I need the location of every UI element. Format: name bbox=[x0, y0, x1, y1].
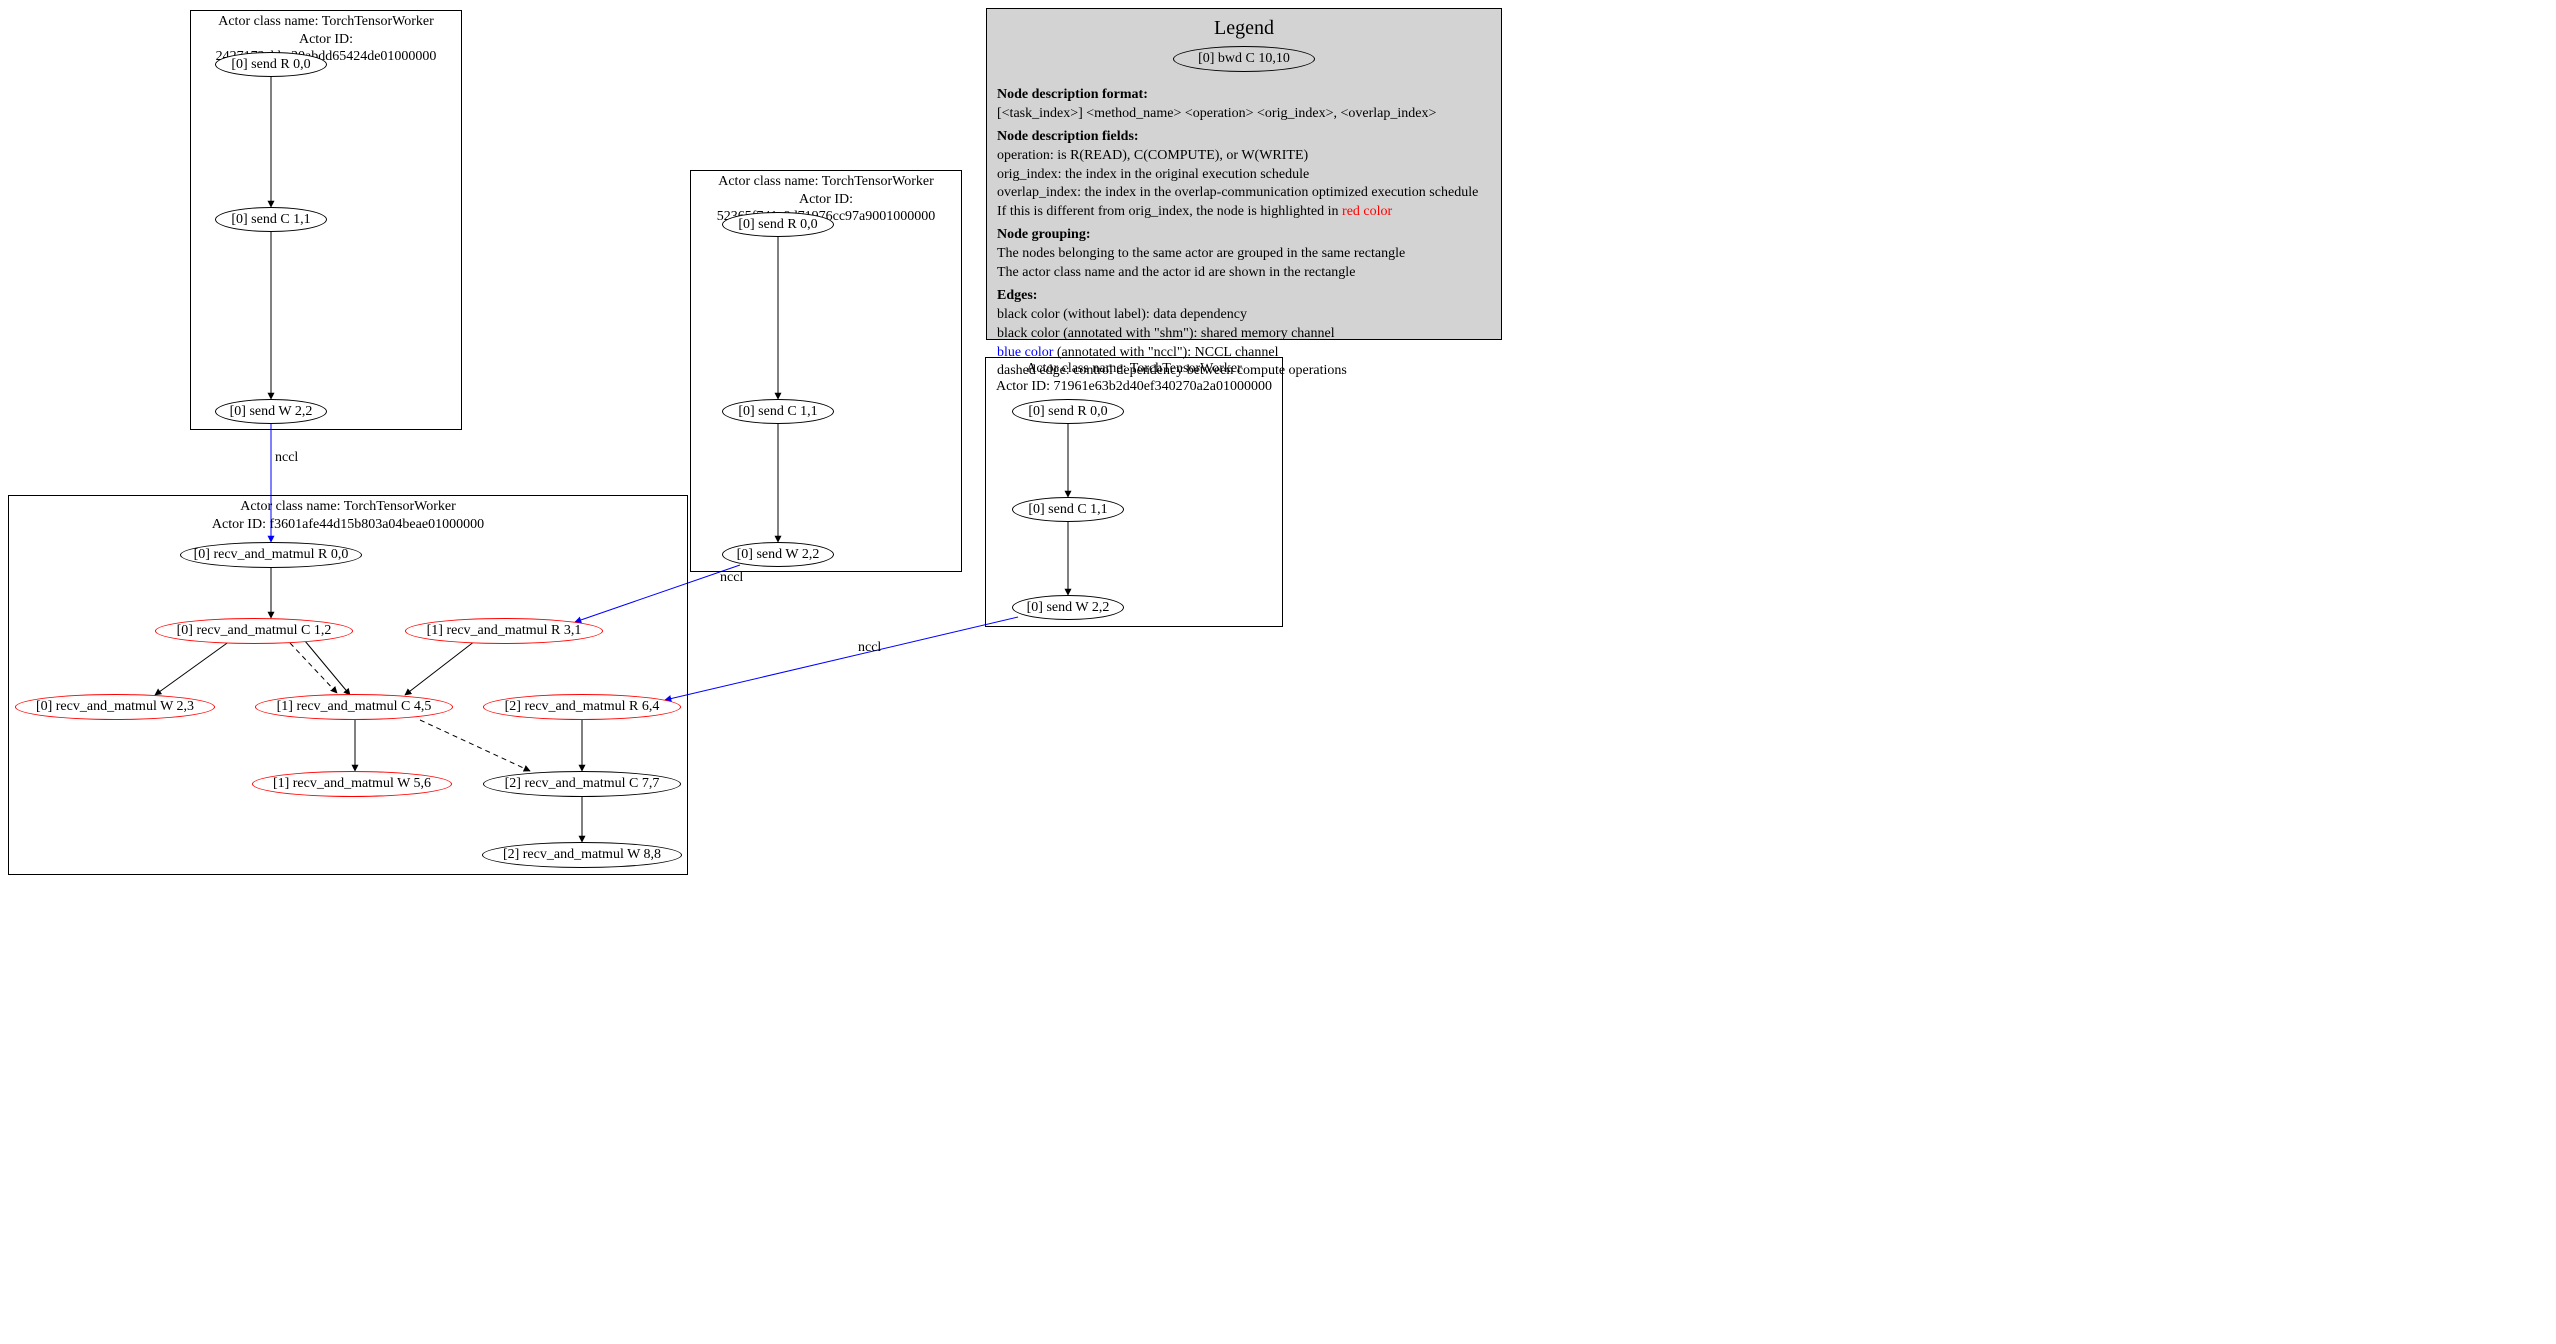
actor-class-label: Actor class name: bbox=[218, 14, 322, 29]
graph-node: [0] send R 0,0 bbox=[1012, 399, 1124, 424]
edge-label-nccl: nccl bbox=[858, 640, 881, 656]
graph-node: [2] recv_and_matmul C 7,7 bbox=[483, 771, 681, 797]
legend-line: black color (without label): data depend… bbox=[997, 306, 1491, 325]
actor-id-label: Actor ID: bbox=[799, 192, 853, 207]
graph-node: [2] recv_and_matmul W 8,8 bbox=[482, 842, 682, 868]
graph-node: [0] send W 2,2 bbox=[1012, 595, 1124, 620]
graph-node: [0] recv_and_matmul W 2,3 bbox=[15, 694, 215, 720]
graph-node: [0] recv_and_matmul C 1,2 bbox=[155, 618, 353, 644]
legend-heading: Edges: bbox=[997, 287, 1491, 306]
actor-id-label: Actor ID: bbox=[299, 32, 353, 47]
actor-class-value: TorchTensorWorker bbox=[322, 14, 434, 29]
legend-line: [<task_index>] <method_name> <operation>… bbox=[997, 105, 1491, 124]
graph-node: [0] recv_and_matmul R 0,0 bbox=[180, 542, 362, 568]
graph-node: [1] recv_and_matmul R 3,1 bbox=[405, 618, 603, 644]
legend-heading: Node description fields: bbox=[997, 128, 1491, 147]
graph-node: [0] send C 1,1 bbox=[1012, 497, 1124, 522]
legend-line: The actor class name and the actor id ar… bbox=[997, 264, 1491, 283]
graph-node: [0] send R 0,0 bbox=[722, 212, 834, 237]
legend-line: blue color (annotated with "nccl"): NCCL… bbox=[997, 344, 1491, 363]
actor-class-value: TorchTensorWorker bbox=[822, 174, 934, 189]
legend-line: If this is different from orig_index, th… bbox=[997, 203, 1491, 222]
legend-heading: Node grouping: bbox=[997, 226, 1491, 245]
edge-label-nccl: nccl bbox=[275, 450, 298, 466]
graph-node: [0] send C 1,1 bbox=[215, 207, 327, 232]
legend-title: Legend bbox=[997, 15, 1491, 42]
graph-node: [0] send W 2,2 bbox=[215, 399, 327, 424]
legend-box: Legend [0] bwd C 10,10 Node description … bbox=[986, 8, 1502, 340]
actor-class-label: Actor class name: bbox=[718, 174, 822, 189]
graph-node: [0] send R 0,0 bbox=[215, 52, 327, 77]
actor-title: Actor class name: TorchTensorWorker Acto… bbox=[9, 498, 687, 533]
legend-example-node: [0] bwd C 10,10 bbox=[1173, 46, 1315, 72]
legend-line: operation: is R(READ), C(COMPUTE), or W(… bbox=[997, 147, 1491, 166]
actor-class-value: TorchTensorWorker bbox=[344, 499, 456, 514]
graph-node: [0] send W 2,2 bbox=[722, 542, 834, 567]
diagram-canvas: nccl nccl nccl Actor class name: TorchTe… bbox=[0, 0, 1510, 890]
legend-line: orig_index: the index in the original ex… bbox=[997, 166, 1491, 185]
legend-heading: Node description format: bbox=[997, 86, 1491, 105]
graph-node: [1] recv_and_matmul C 4,5 bbox=[255, 694, 453, 720]
actor-id-value: f3601afe44d15b803a04beae01000000 bbox=[269, 517, 484, 532]
graph-node: [0] send C 1,1 bbox=[722, 399, 834, 424]
legend-line: dashed edge: control dependency between … bbox=[997, 362, 1491, 381]
legend-line: black color (annotated with "shm"): shar… bbox=[997, 325, 1491, 344]
graph-node: [1] recv_and_matmul W 5,6 bbox=[252, 771, 452, 797]
graph-node: [2] recv_and_matmul R 6,4 bbox=[483, 694, 681, 720]
actor-id-label: Actor ID: bbox=[212, 517, 270, 532]
actor-class-label: Actor class name: bbox=[240, 499, 344, 514]
actor-box-a3: Actor class name: TorchTensorWorker Acto… bbox=[985, 357, 1283, 627]
edge-label-nccl: nccl bbox=[720, 570, 743, 586]
legend-line: overlap_index: the index in the overlap-… bbox=[997, 184, 1491, 203]
legend-line: The nodes belonging to the same actor ar… bbox=[997, 245, 1491, 264]
